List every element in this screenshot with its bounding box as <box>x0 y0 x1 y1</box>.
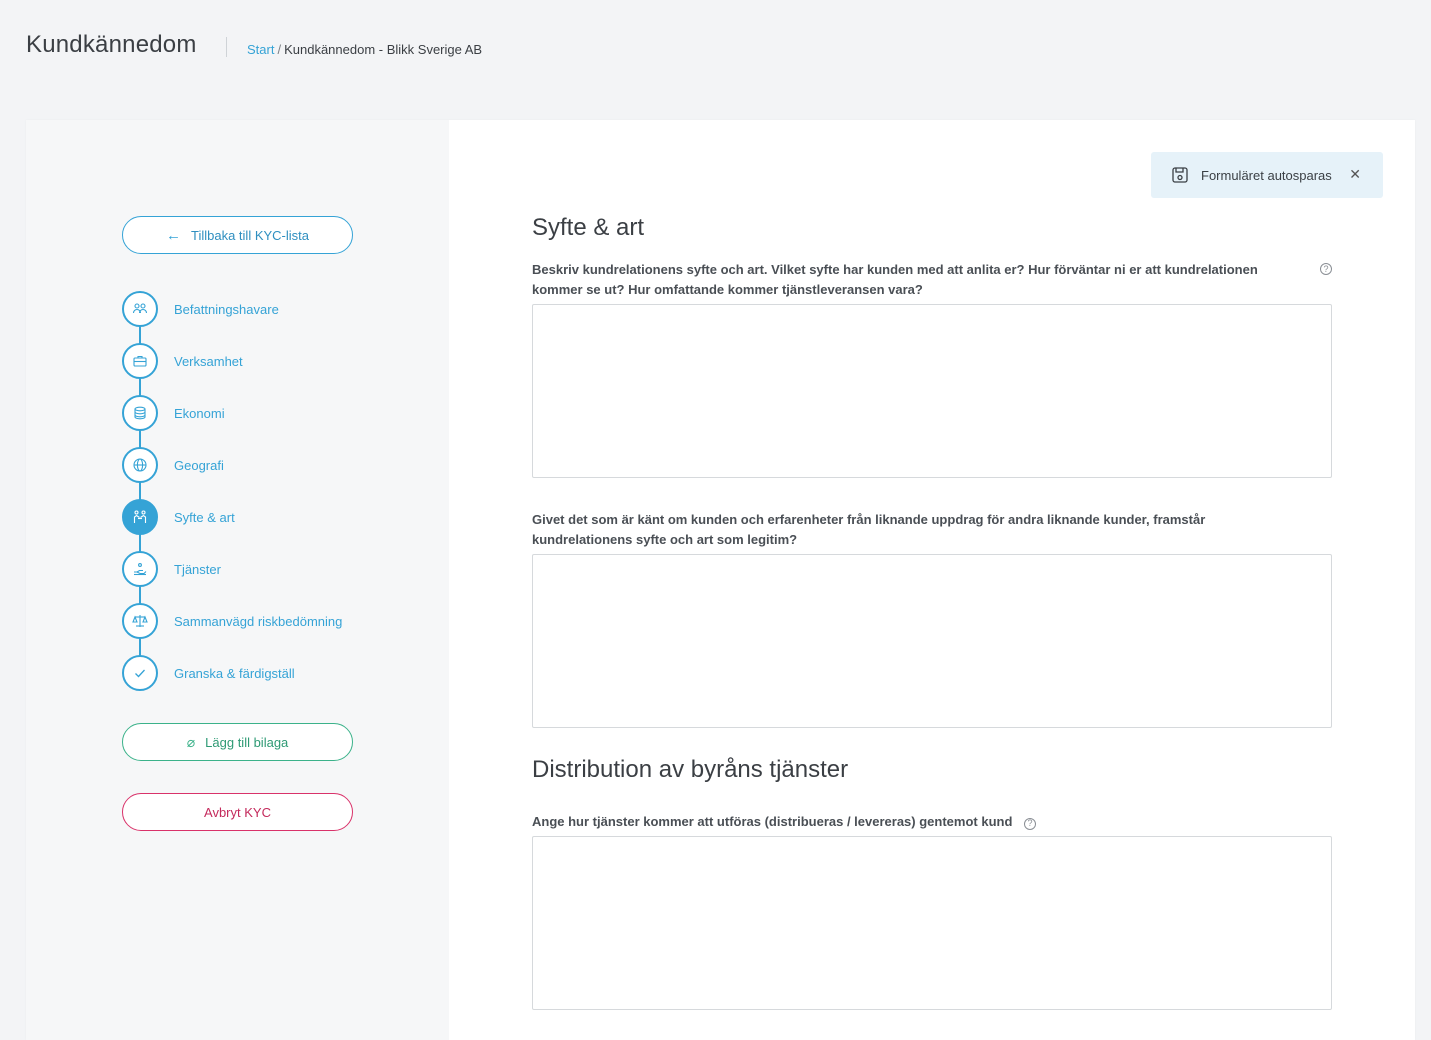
help-icon[interactable]: ? <box>1320 263 1332 275</box>
question-label: Beskriv kundrelationens syfte och art. V… <box>532 262 1258 297</box>
scales-icon <box>122 603 158 639</box>
people-icon <box>122 291 158 327</box>
breadcrumb: Start / Kundkännedom - Blikk Sverige AB <box>247 42 482 57</box>
legitimacy-textarea[interactable] <box>532 554 1332 728</box>
step-befattningshavare[interactable]: Befattningshavare <box>122 291 279 327</box>
attach-button-label: Lägg till bilaga <box>205 734 289 750</box>
step-verksamhet[interactable]: Verksamhet <box>122 343 243 379</box>
step-sammanvagd-riskbedomning[interactable]: Sammanvägd riskbedömning <box>122 603 342 639</box>
help-icon[interactable]: ? <box>1024 817 1037 830</box>
coins-icon <box>122 395 158 431</box>
check-icon <box>122 655 158 691</box>
step-label: Befattningshavare <box>174 301 279 317</box>
distribution-textarea[interactable] <box>532 836 1332 1010</box>
close-icon[interactable]: ✕ <box>1349 166 1361 183</box>
step-label: Geografi <box>174 457 224 473</box>
question-label-text: Ange hur tjänster kommer att utföras (di… <box>532 814 1013 829</box>
step-tjanster[interactable]: Tjänster <box>122 551 221 587</box>
step-syfte-art[interactable]: Syfte & art <box>122 499 235 535</box>
sidebar: ← Tillbaka till KYC-lista Befattningshav… <box>26 120 449 1040</box>
header-divider <box>226 37 227 57</box>
back-button-label: Tillbaka till KYC-lista <box>191 227 309 243</box>
briefcase-icon <box>122 343 158 379</box>
save-icon <box>1172 167 1188 183</box>
step-label: Ekonomi <box>174 405 225 421</box>
autosave-notice: Formuläret autosparas ✕ <box>1151 152 1383 198</box>
hand-service-icon <box>122 551 158 587</box>
question-label: Givet det som är känt om kunden och erfa… <box>532 512 1206 547</box>
form-area: Formuläret autosparas ✕ Syfte & art Besk… <box>449 120 1415 1040</box>
step-granska-fardigstall[interactable]: Granska & färdigställ <box>122 655 295 691</box>
autosave-label: Formuläret autosparas <box>1201 167 1332 183</box>
paperclip-icon: ⌀ <box>186 733 196 750</box>
breadcrumb-separator: / <box>277 42 282 57</box>
page-title: Kundkännedom <box>26 31 197 58</box>
step-label: Verksamhet <box>174 353 243 369</box>
breadcrumb-current: Kundkännedom - Blikk Sverige AB <box>284 42 483 57</box>
step-ekonomi[interactable]: Ekonomi <box>122 395 225 431</box>
breadcrumb-start-link[interactable]: Start <box>247 42 274 57</box>
arrow-left-icon: ← <box>166 226 181 244</box>
globe-icon <box>122 447 158 483</box>
step-label: Tjänster <box>174 561 221 577</box>
step-label: Syfte & art <box>174 509 235 525</box>
handshake-icon <box>122 499 158 535</box>
step-geografi[interactable]: Geografi <box>122 447 224 483</box>
section-title-syfte-art: Syfte & art <box>532 214 645 241</box>
back-to-kyc-list-button[interactable]: ← Tillbaka till KYC-lista <box>122 216 353 254</box>
add-attachment-button[interactable]: ⌀ Lägg till bilaga <box>122 723 353 761</box>
page-header: Kundkännedom Start / Kundkännedom - Blikk … <box>0 0 1431 100</box>
purpose-textarea[interactable] <box>532 304 1332 478</box>
step-label: Granska & färdigställ <box>174 665 295 681</box>
cancel-kyc-button[interactable]: Avbryt KYC <box>122 793 353 831</box>
section-title-distribution: Distribution av byråns tjänster <box>532 756 849 783</box>
kyc-card: ← Tillbaka till KYC-lista Befattningshav… <box>26 120 1415 1040</box>
question-label: Ange hur tjänster kommer att utföras (di… <box>532 812 1037 832</box>
step-label: Sammanvägd riskbedömning <box>174 613 343 629</box>
